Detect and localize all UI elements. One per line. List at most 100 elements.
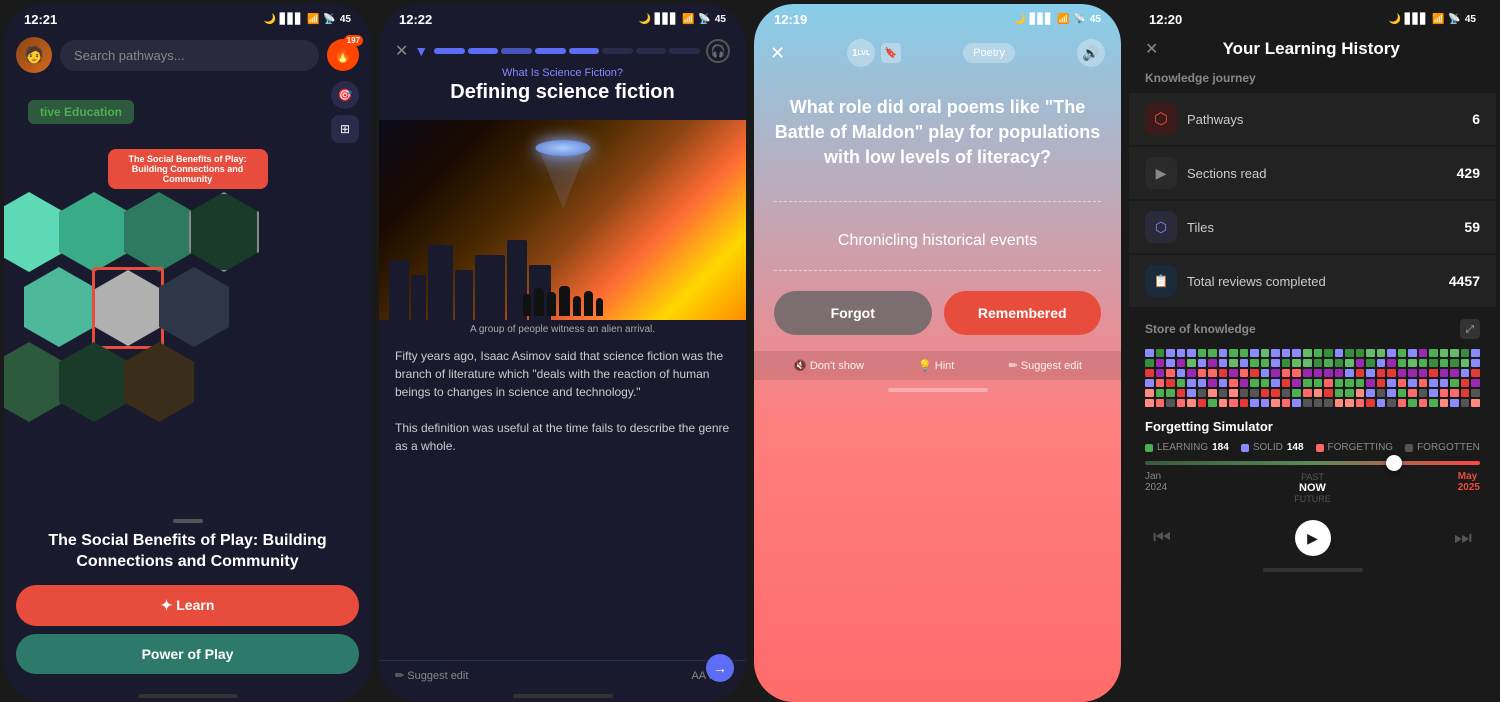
grid-cell [1240,379,1249,387]
stat-row-tiles: ⬡ Tiles 59 [1129,201,1496,253]
level-badge: 1 LVL [847,39,875,67]
grid-cell [1282,399,1291,407]
play-button[interactable]: ▶ [1295,520,1331,556]
hex-6[interactable] [159,267,229,347]
grid-cell [1366,359,1375,367]
power-button[interactable]: Power of Play [16,634,359,674]
speaker-icon[interactable]: 🔊 [1077,39,1105,67]
grid-cell [1356,379,1365,387]
hex-2[interactable] [59,192,129,272]
grid-cell [1145,389,1154,397]
grid-cell [1145,359,1154,367]
grid-cell [1366,389,1375,397]
grid-cell [1282,349,1291,357]
quiz-close-button[interactable]: ✕ [770,43,785,64]
grid-cell [1429,389,1438,397]
legend-learning: LEARNING 184 [1145,442,1229,453]
grid-cell [1166,369,1175,377]
battery-1: 45 [340,14,351,25]
grid-cell [1261,399,1270,407]
grid-cell [1187,349,1196,357]
learn-button[interactable]: ✦ Learn [16,585,359,626]
avatar[interactable]: 🧑 [16,37,52,73]
remembered-button[interactable]: Remembered [944,291,1102,335]
quiz-question: What role did oral poems like "The Battl… [754,75,1121,201]
grid-icon[interactable]: ⊞ [331,115,359,143]
hex-3[interactable] [124,192,194,272]
grid-cell [1229,389,1238,397]
grid-cell [1177,379,1186,387]
grid-cell [1387,399,1396,407]
grid-cell [1345,379,1354,387]
grid-cell [1335,349,1344,357]
skip-back-icon[interactable]: ⏮ [1153,527,1171,550]
grid-cell [1356,399,1365,407]
grid-cell [1240,399,1249,407]
bookmark-icon[interactable]: 🔖 [881,43,901,63]
grid-cells [1145,349,1480,407]
hex-5[interactable] [24,267,94,347]
timeline-thumb[interactable] [1386,455,1402,471]
grid-cell [1450,359,1459,367]
hex-4[interactable] [189,192,259,272]
timeline-bar[interactable] [1145,461,1480,465]
close-button-4[interactable]: ✕ [1145,39,1158,59]
headphone-icon[interactable]: 🎧 [706,39,730,63]
status-bar-2: 12:22 🌙 ▋▋▋ 📶 📡 45 [379,4,746,31]
grid-cell [1303,359,1312,367]
poetry-badge: Poetry [963,43,1015,63]
hex-7[interactable] [4,342,64,422]
grid-cell [1366,369,1375,377]
reading-header: ✕ ▼ 🎧 What Is Science Fiction? Defining … [379,31,746,120]
dont-show-button[interactable]: 🔇 Don't show [793,359,864,372]
grid-cell [1440,389,1449,397]
grid-cell [1366,399,1375,407]
forgot-button[interactable]: Forgot [774,291,932,335]
grid-cell [1177,389,1186,397]
hint-button[interactable]: 💡 Hint [918,359,954,372]
quiz-divider-2 [774,270,1101,271]
next-arrow[interactable]: → [706,654,734,682]
suggest-edit-button-3[interactable]: ✏ Suggest edit [1008,359,1081,372]
grid-cell [1198,379,1207,387]
time-1: 12:21 [24,12,57,27]
grid-cell [1345,349,1354,357]
grid-cell [1450,349,1459,357]
hex-8[interactable] [59,342,129,422]
grid-cell [1387,379,1396,387]
grid-cell [1177,369,1186,377]
legend-solid: SOLID 148 [1241,442,1304,453]
grid-cell [1324,359,1333,367]
grid-cell [1208,369,1217,377]
fire-icon[interactable]: 🔥 197 [327,39,359,71]
grid-cell [1261,389,1270,397]
grid-cell [1156,359,1165,367]
grid-cell [1219,369,1228,377]
expand-icon[interactable]: ⤢ [1460,319,1480,339]
hex-9[interactable] [124,342,194,422]
battery-3: 45 [1090,14,1101,25]
close-button-2[interactable]: ✕ [395,41,408,61]
grid-cell [1408,359,1417,367]
grid-cell [1208,379,1217,387]
grid-cell [1261,369,1270,377]
grid-cell [1461,349,1470,357]
grid-cell [1303,389,1312,397]
grid-cell [1271,349,1280,357]
grid-cell [1156,389,1165,397]
grid-cell [1229,399,1238,407]
grid-cell [1429,379,1438,387]
filter-icon[interactable]: 🎯 [331,81,359,109]
grid-cell [1314,379,1323,387]
knowledge-journey-label: Knowledge journey [1129,67,1496,93]
search-input[interactable]: Search pathways... [60,40,319,71]
hex-selected[interactable] [92,267,164,349]
grid-cell [1208,359,1217,367]
grid-cell [1314,349,1323,357]
grid-cell [1250,379,1259,387]
suggest-edit-button[interactable]: ✏ Suggest edit [395,669,468,682]
quiz-answer: Chronicling historical events [754,222,1121,270]
grid-cell [1303,369,1312,377]
hex-1[interactable] [4,192,64,272]
skip-forward-icon[interactable]: ⏭ [1454,527,1472,550]
